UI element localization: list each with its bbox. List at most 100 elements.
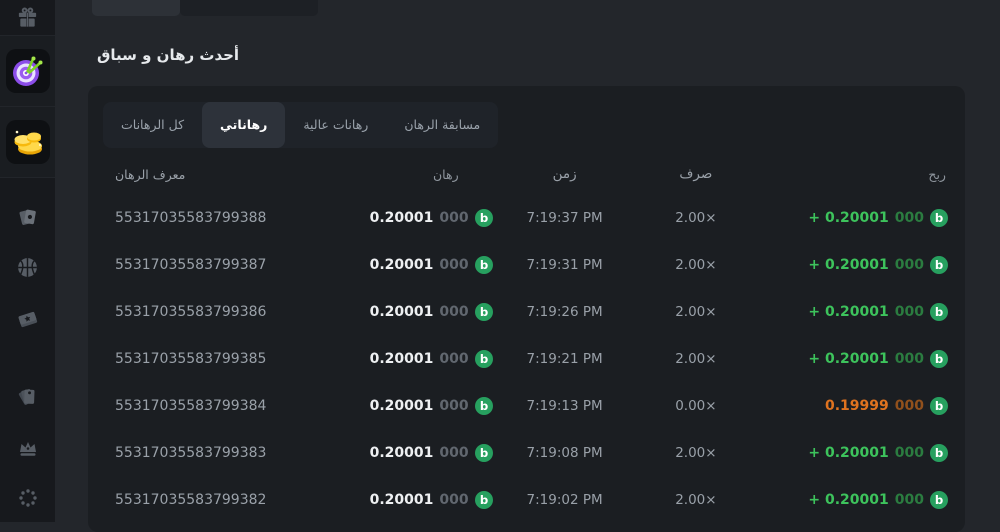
bet-id-cell: 55317035583799388 [103, 210, 340, 226]
profit-value: + 0.20001 [808, 304, 888, 320]
tab-high-bets[interactable]: رهانات عالية [285, 102, 386, 148]
table-row[interactable]: 55317035583799385 0.20001000 b 7:19:21 P… [103, 335, 950, 382]
coin-b-icon: b [930, 444, 948, 462]
bet-id-cell: 55317035583799387 [103, 257, 340, 273]
profit-value-muted: 000 [895, 492, 924, 508]
profit-value: + 0.20001 [808, 445, 888, 461]
sidebar [0, 0, 55, 522]
table-body: 55317035583799388 0.20001000 b 7:19:37 P… [103, 194, 950, 523]
sidebar-item-promotions[interactable] [15, 385, 40, 410]
bet-amount-cell: 0.20001000 b [340, 350, 492, 368]
coin-b-icon: b [930, 303, 948, 321]
svg-text:b: b [935, 399, 943, 413]
bet-payout-cell: 2.00× [637, 304, 756, 320]
coin-b-icon: b [475, 303, 493, 321]
svg-text:b: b [479, 258, 487, 272]
bet-amount-main: 0.20001 [370, 398, 434, 414]
coin-b-icon: b [475, 491, 493, 509]
svg-text:b: b [479, 211, 487, 225]
bet-id-cell: 55317035583799382 [103, 492, 340, 508]
bet-amount-cell: 0.20001000 b [340, 256, 492, 274]
gift-icon [16, 6, 39, 29]
bet-time-cell: 7:19:02 PM [493, 492, 637, 508]
svg-text:b: b [479, 493, 487, 507]
gold-coins-icon [9, 123, 47, 161]
sidebar-item-vip[interactable] [16, 436, 40, 460]
header-bet: رهان [340, 167, 492, 182]
tab-my-bets[interactable]: رهاناتي [202, 102, 285, 148]
svg-text:b: b [935, 493, 943, 507]
header-payout: صرف [637, 166, 756, 182]
bet-profit-cell: + 0.20001 000 b [755, 444, 950, 462]
bet-profit-cell: + 0.20001000 b [755, 491, 950, 509]
profit-value-muted: 000 [895, 398, 924, 414]
bets-card: كل الرهانات رهاناتي رهانات عالية مسابقة … [88, 86, 965, 532]
bet-id-cell: 55317035583799386 [103, 304, 340, 320]
profit-value-muted: 000 [895, 445, 924, 461]
coin-b-icon: b [475, 209, 493, 227]
header-profit: ربح [755, 167, 950, 182]
sidebar-item-sports[interactable] [15, 255, 40, 280]
bet-amount-cell: 0.20001000 b [340, 397, 492, 415]
bet-amount-main: 0.20001 [370, 492, 434, 508]
sidebar-item-lottery[interactable] [15, 306, 40, 331]
sidebar-item-gift[interactable] [0, 0, 55, 36]
sidebar-bottom [0, 385, 55, 522]
sidebar-item-casino[interactable] [15, 204, 40, 229]
sidebar-item-coins-game[interactable] [6, 120, 50, 164]
dart-target-icon [9, 52, 47, 90]
svg-text:b: b [935, 211, 943, 225]
coin-b-icon: b [475, 444, 493, 462]
bet-time-cell: 7:19:26 PM [493, 304, 637, 320]
header-bet-id: معرف الرهان [103, 167, 340, 182]
svg-text:b: b [935, 446, 943, 460]
bet-amount-muted: 000 [439, 351, 468, 367]
bet-profit-cell: + 0.20001000 b [755, 209, 950, 227]
price-tags-icon [15, 385, 40, 410]
bet-id-cell: 55317035583799384 [103, 398, 340, 414]
profit-value-muted: 000 [895, 257, 924, 273]
main-content: أحدث رهان و سباق كل الرهانات رهاناتي رها… [55, 0, 1000, 522]
bet-amount-main: 0.20001 [370, 210, 434, 226]
coin-b-icon: b [930, 350, 948, 368]
table-row[interactable]: 55317035583799382 0.20001000 b 7:19:02 P… [103, 476, 950, 523]
playing-cards-icon [15, 204, 40, 229]
profit-value: + 0.20001 [808, 210, 888, 226]
bet-payout-cell: 2.00× [637, 351, 756, 367]
tab-all-bets[interactable]: كل الرهانات [103, 102, 202, 148]
tab-bet-race[interactable]: مسابقة الرهان [386, 102, 498, 148]
sidebar-item-more[interactable] [16, 486, 40, 510]
top-partial-tab[interactable] [180, 0, 318, 16]
sidebar-item-darts-game[interactable] [6, 49, 50, 93]
bet-payout-cell: 0.00× [637, 398, 756, 414]
bet-amount-main: 0.20001 [370, 257, 434, 273]
basketball-icon [15, 255, 40, 280]
sidebar-nav [0, 178, 55, 331]
bet-id-cell: 55317035583799383 [103, 445, 340, 461]
table-row[interactable]: 55317035583799384 0.20001000 b 7:19:13 P… [103, 382, 950, 429]
table-row[interactable]: 55317035583799387 0.20001000 b 7:19:31 P… [103, 241, 950, 288]
svg-text:b: b [479, 399, 487, 413]
bet-id-cell: 55317035583799385 [103, 351, 340, 367]
coin-b-icon: b [475, 350, 493, 368]
coin-b-icon: b [930, 256, 948, 274]
bets-tabstrip: كل الرهانات رهاناتي رهانات عالية مسابقة … [103, 102, 498, 148]
bet-profit-cell: 0.19999000 b [755, 397, 950, 415]
bet-amount-cell: 0.20001000 b [340, 491, 492, 509]
bet-amount-cell: 0.20001000 b [340, 444, 492, 462]
svg-text:b: b [479, 305, 487, 319]
bet-amount-muted: 000 [439, 210, 468, 226]
bet-amount-cell: 0.20001000 b [340, 303, 492, 321]
coin-b-icon: b [930, 209, 948, 227]
coin-b-icon: b [475, 397, 493, 415]
sidebar-section-active-game [0, 36, 55, 107]
table-row[interactable]: 55317035583799383 0.20001000 b 7:19:08 P… [103, 429, 950, 476]
svg-text:b: b [935, 258, 943, 272]
profit-value: + 0.20001 [808, 257, 888, 273]
svg-text:b: b [479, 352, 487, 366]
bet-amount-muted: 000 [439, 304, 468, 320]
page-title: أحدث رهان و سباق [97, 46, 239, 64]
top-partial-tab-active[interactable] [92, 0, 180, 16]
table-row[interactable]: 55317035583799386 0.20001000 b 7:19:26 P… [103, 288, 950, 335]
table-row[interactable]: 55317035583799388 0.20001000 b 7:19:37 P… [103, 194, 950, 241]
